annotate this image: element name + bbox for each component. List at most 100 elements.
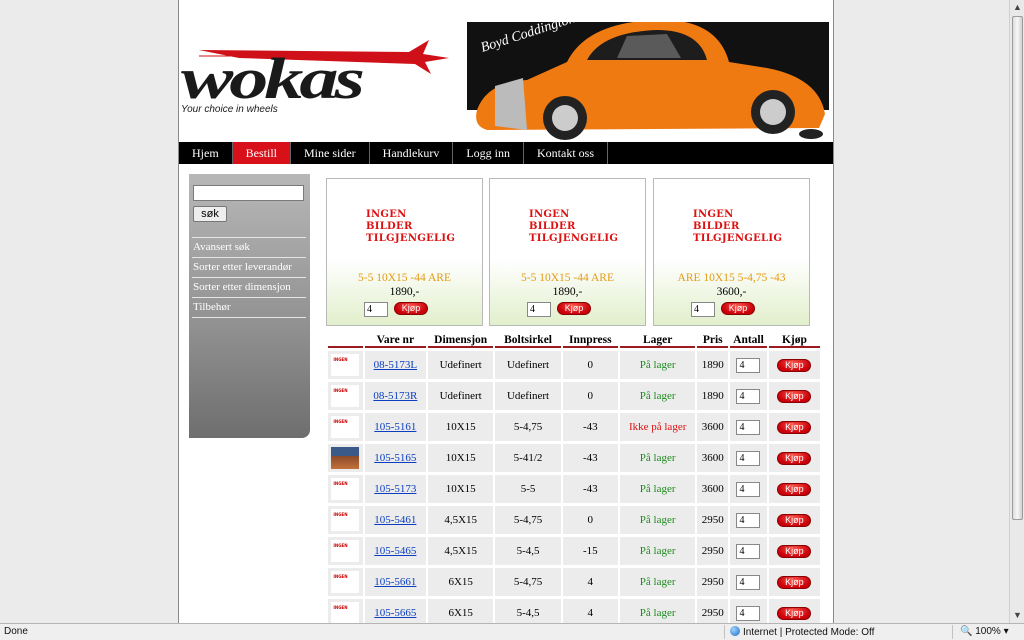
- quantity-cell: 4: [730, 599, 767, 623]
- product-offset: -15: [562, 537, 618, 565]
- product-thumbnail-placeholder[interactable]: INGEN: [331, 602, 360, 623]
- status-divider: [724, 625, 725, 639]
- browser-status-bar: Done Internet | Protected Mode: Off 🔍 10…: [0, 623, 1024, 640]
- product-thumbnail-placeholder[interactable]: INGEN: [331, 478, 360, 500]
- scroll-down-arrow-icon[interactable]: ▼: [1010, 608, 1024, 623]
- buy-cell: Kjøp: [768, 506, 820, 534]
- column-header-boltsirkel: Boltsirkel: [495, 334, 561, 348]
- product-number-link[interactable]: 105-5461: [364, 506, 426, 534]
- product-offset: 0: [562, 506, 618, 534]
- column-header-image: [328, 334, 363, 348]
- logo-wordmark: wokas: [181, 46, 365, 111]
- nav-bestill[interactable]: Bestill: [232, 142, 292, 164]
- security-zone[interactable]: Internet | Protected Mode: Off: [730, 626, 874, 638]
- buy-button[interactable]: Kjøp: [777, 451, 812, 465]
- product-thumbnail-placeholder[interactable]: INGEN: [331, 416, 360, 438]
- featured-product-price: 3600,-: [716, 286, 747, 298]
- sidebar-link-tilbehor[interactable]: Tilbehør: [192, 297, 306, 318]
- buy-cell: Kjøp: [768, 444, 820, 472]
- buy-button[interactable]: Kjøp: [777, 575, 812, 589]
- product-price: 3600: [697, 444, 729, 472]
- featured-product-name[interactable]: 5-5 10X15 -44 ARE: [327, 272, 482, 284]
- nav-hjem[interactable]: Hjem: [179, 142, 233, 164]
- globe-icon: [730, 626, 740, 636]
- buy-button[interactable]: Kjøp: [777, 482, 812, 496]
- buy-button[interactable]: Kjøp: [777, 513, 812, 527]
- column-header-antall: Antall: [730, 334, 767, 348]
- product-thumbnail-placeholder[interactable]: INGEN: [331, 571, 360, 593]
- product-dimension: 4,5X15: [428, 506, 494, 534]
- quantity-input[interactable]: 4: [736, 574, 761, 590]
- product-offset: 0: [562, 382, 618, 410]
- featured-quantity-input[interactable]: 4: [691, 302, 715, 317]
- quantity-input[interactable]: 4: [736, 450, 761, 466]
- quantity-input[interactable]: 4: [736, 419, 761, 435]
- product-thumbnail[interactable]: [331, 447, 360, 469]
- table-header-row: Vare nr Dimensjon Boltsirkel Innpress La…: [328, 334, 820, 348]
- scroll-up-arrow-icon[interactable]: ▲: [1010, 0, 1024, 15]
- featured-quantity-input[interactable]: 4: [364, 302, 388, 317]
- product-price: 3600: [697, 475, 729, 503]
- site-logo[interactable]: wokas Your choice in wheels: [179, 30, 469, 120]
- search-button[interactable]: søk: [193, 206, 227, 222]
- product-price: 2950: [697, 599, 729, 623]
- product-offset: 4: [562, 599, 618, 623]
- quantity-input[interactable]: 4: [736, 388, 761, 404]
- buy-button[interactable]: Kjøp: [777, 420, 812, 434]
- featured-buy-button[interactable]: Kjøp: [721, 302, 755, 315]
- product-price: 2950: [697, 506, 729, 534]
- product-table: Vare nr Dimensjon Boltsirkel Innpress La…: [326, 331, 822, 623]
- nav-mine-sider[interactable]: Mine sider: [291, 142, 370, 164]
- nav-handlekurv[interactable]: Handlekurv: [370, 142, 454, 164]
- product-image-cell: INGEN: [328, 599, 363, 623]
- nav-kontakt-oss[interactable]: Kontakt oss: [524, 142, 608, 164]
- vertical-scrollbar[interactable]: ▲ ▼: [1009, 0, 1024, 623]
- featured-buy-button[interactable]: Kjøp: [557, 302, 591, 315]
- product-number-link[interactable]: 105-5165: [364, 444, 426, 472]
- stock-status: På lager: [619, 506, 696, 534]
- product-thumbnail-placeholder[interactable]: INGEN: [331, 540, 360, 562]
- product-bolt-circle: 5-4,5: [495, 537, 561, 565]
- product-number-link[interactable]: 08-5173R: [364, 382, 426, 410]
- quantity-input[interactable]: 4: [736, 605, 761, 621]
- buy-button[interactable]: Kjøp: [777, 358, 812, 372]
- product-thumbnail-placeholder[interactable]: INGEN: [331, 509, 360, 531]
- product-number-link[interactable]: 105-5173: [364, 475, 426, 503]
- product-number-link[interactable]: 08-5173L: [364, 351, 426, 379]
- quantity-cell: 4: [730, 351, 767, 379]
- product-thumbnail-placeholder[interactable]: INGEN: [331, 354, 360, 376]
- scrollbar-thumb[interactable]: [1012, 16, 1023, 520]
- zoom-level[interactable]: 🔍 100% ▾: [960, 626, 1009, 637]
- buy-button[interactable]: Kjøp: [777, 544, 812, 558]
- security-zone-label: Internet | Protected Mode: Off: [743, 627, 875, 638]
- featured-product-name[interactable]: 5-5 10X15 -44 ARE: [490, 272, 645, 284]
- zoom-level-value: 100%: [975, 626, 1001, 637]
- sidebar-link-avansert-sok[interactable]: Avansert søk: [192, 237, 306, 257]
- buy-cell: Kjøp: [768, 475, 820, 503]
- nav-logg-inn[interactable]: Logg inn: [453, 142, 524, 164]
- search-input[interactable]: [193, 185, 304, 201]
- product-number-link[interactable]: 105-5661: [364, 568, 426, 596]
- product-dimension: Udefinert: [428, 382, 494, 410]
- sidebar-link-sorter-dimensjon[interactable]: Sorter etter dimensjon: [192, 277, 306, 297]
- product-number-link[interactable]: 105-5161: [364, 413, 426, 441]
- featured-product-name[interactable]: ARE 10X15 5-4,75 -43: [654, 272, 809, 284]
- featured-buy-button[interactable]: Kjøp: [394, 302, 428, 315]
- buy-button[interactable]: Kjøp: [777, 606, 812, 620]
- stock-status: Ikke på lager: [619, 413, 696, 441]
- product-number-link[interactable]: 105-5465: [364, 537, 426, 565]
- product-thumbnail-placeholder[interactable]: INGEN: [331, 385, 360, 407]
- featured-product-price: 1890,-: [389, 286, 420, 298]
- featured-quantity-input[interactable]: 4: [527, 302, 551, 317]
- quantity-input[interactable]: 4: [736, 512, 761, 528]
- quantity-input[interactable]: 4: [736, 481, 761, 497]
- sidebar-link-sorter-leverandor[interactable]: Sorter etter leverandør: [192, 257, 306, 277]
- quantity-input[interactable]: 4: [736, 357, 761, 373]
- buy-button[interactable]: Kjøp: [777, 389, 812, 403]
- logo-tagline: Your choice in wheels: [181, 104, 278, 115]
- quantity-cell: 4: [730, 444, 767, 472]
- product-offset: 4: [562, 568, 618, 596]
- buy-cell: Kjøp: [768, 382, 820, 410]
- quantity-input[interactable]: 4: [736, 543, 761, 559]
- product-number-link[interactable]: 105-5665: [364, 599, 426, 623]
